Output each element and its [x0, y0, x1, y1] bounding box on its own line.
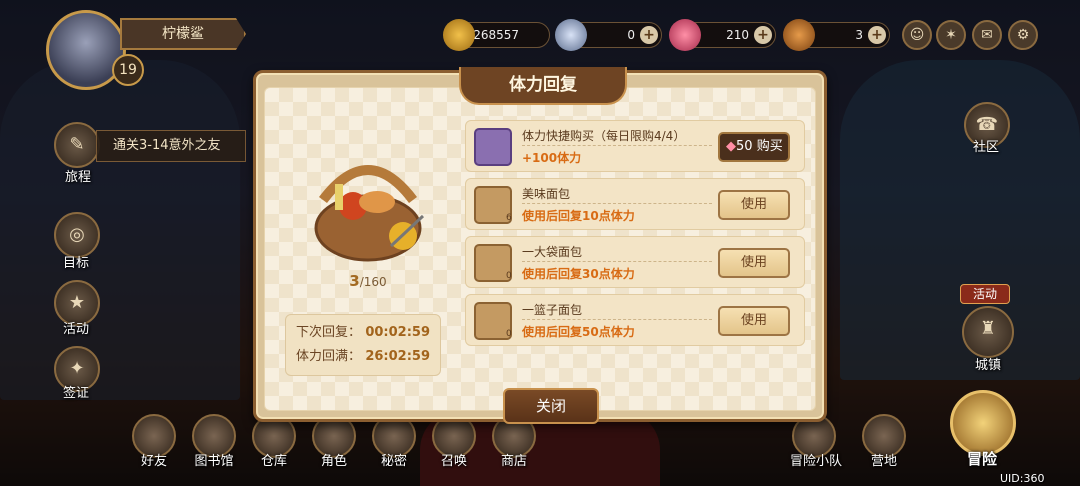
bread-icon: [783, 19, 815, 51]
quest-tracker[interactable]: 通关3-14意外之友: [96, 130, 246, 162]
gold-coin-icon: [443, 19, 475, 51]
nav-adventure-team: 冒险小队: [789, 454, 842, 469]
divider: [522, 145, 712, 146]
notice-icon[interactable]: ✶: [936, 20, 966, 50]
recovery-timer-panel: 下次回复： 00:02:59 体力回满： 26:02:59: [285, 314, 441, 376]
item-count: 6: [506, 213, 512, 223]
modal-body: 3/160 下次回复： 00:02:59 体力回满： 26:02:59 体力快捷购买…: [264, 87, 816, 424]
buy-stamina-button[interactable]: ◆50 购买: [718, 132, 790, 162]
stamina-counter: 3/160: [305, 272, 431, 290]
target-label: 目标: [62, 256, 89, 271]
resource-gold: 268557: [443, 19, 550, 51]
resource-bread: 3 +: [783, 19, 890, 51]
item-description: 使用后回复50点体力: [522, 325, 635, 339]
mail-icon[interactable]: ✉: [972, 20, 1002, 50]
add-diamond-button[interactable]: +: [640, 26, 658, 44]
crystal-value: 210: [726, 28, 749, 42]
nav-adventure: 冒险: [966, 450, 997, 468]
full-recovery-label: 体力回满：: [296, 349, 362, 364]
nav-warehouse: 仓库: [260, 454, 287, 469]
use-button[interactable]: 使用: [718, 190, 790, 220]
buy-price: 50: [736, 139, 753, 154]
community-label: 社区: [972, 140, 999, 155]
item-description: 使用后回复30点体力: [522, 267, 635, 281]
player-name: 柠檬鲨: [120, 18, 246, 50]
stamina-recovery-modal: 3/160 下次回复： 00:02:59 体力回满： 26:02:59 体力快捷购买…: [253, 67, 827, 424]
nav-camp: 营地: [870, 454, 897, 469]
stamina-current: 3: [349, 272, 360, 290]
list-item: 体力快捷购买（每日限购4/4） +100体力 ◆50 购买: [465, 120, 805, 172]
item-name: 美味面包: [522, 187, 571, 201]
gear-icon[interactable]: ⚙: [1008, 20, 1038, 50]
divider: [522, 319, 712, 320]
list-item: 0 一篮子面包 使用后回复50点体力 使用: [465, 294, 805, 346]
stamina-max: /160: [359, 275, 387, 289]
red-crystal-icon: [474, 128, 512, 166]
bread-basket-illustration: [305, 150, 431, 268]
resource-crystal: 210 +: [669, 19, 776, 51]
adventure-icon[interactable]: [950, 390, 1016, 456]
item-count: 0: [506, 271, 512, 281]
nav-secret: 秘密: [380, 454, 407, 469]
item-name: 一大袋面包: [522, 245, 583, 259]
nav-summon: 召唤: [440, 454, 467, 469]
divider: [522, 261, 712, 262]
town-icon[interactable]: ♜: [962, 306, 1014, 358]
gold-value: 268557: [473, 28, 519, 42]
next-recovery-time: 00:02:59: [365, 325, 430, 340]
visa-label: 签证: [62, 386, 89, 401]
item-description: +100体力: [522, 151, 582, 165]
list-item: 6 美味面包 使用后回复10点体力 使用: [465, 178, 805, 230]
use-button[interactable]: 使用: [718, 248, 790, 278]
add-bread-button[interactable]: +: [868, 26, 886, 44]
resource-diamond: 0 +: [555, 19, 662, 51]
scroll-icon[interactable]: ✎: [54, 122, 100, 168]
event-label: 活动: [62, 322, 89, 337]
add-crystal-button[interactable]: +: [754, 26, 772, 44]
uid-label: UID:360: [1000, 472, 1045, 485]
item-name: 体力快捷购买（每日限购4/4）: [522, 129, 686, 143]
item-count: 0: [506, 329, 512, 339]
activity-badge[interactable]: 活动: [960, 284, 1010, 304]
modal-title: 体力回复: [459, 67, 627, 105]
nav-shop: 商店: [500, 454, 527, 469]
red-crystal-icon: [669, 19, 701, 51]
item-description: 使用后回复10点体力: [522, 209, 635, 223]
next-recovery-label: 下次回复：: [296, 325, 362, 340]
full-recovery-time: 26:02:59: [365, 349, 430, 364]
buy-label: 购买: [756, 139, 783, 154]
nav-character: 角色: [320, 454, 347, 469]
list-item: 0 一大袋面包 使用后回复30点体力 使用: [465, 236, 805, 288]
nav-friends: 好友: [140, 454, 167, 469]
journey-label: 旅程: [64, 170, 91, 185]
player-level: 19: [112, 54, 144, 86]
character-icon[interactable]: ☺: [902, 20, 932, 50]
bread-value: 3: [855, 28, 863, 42]
diamond-icon: [555, 19, 587, 51]
diamond-value: 0: [627, 28, 635, 42]
town-label: 城镇: [974, 358, 1001, 373]
divider: [522, 203, 712, 204]
use-button[interactable]: 使用: [718, 306, 790, 336]
nav-library: 图书馆: [194, 454, 234, 469]
item-name: 一篮子面包: [522, 303, 583, 317]
close-button[interactable]: 关闭: [503, 388, 599, 424]
